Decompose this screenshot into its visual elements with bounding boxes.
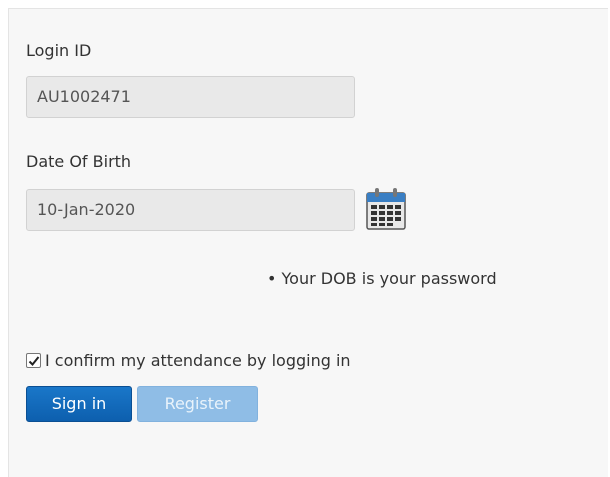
login-id-label: Login ID — [26, 41, 92, 60]
register-button[interactable]: Register — [137, 386, 258, 422]
dob-label: Date Of Birth — [26, 152, 132, 171]
confirm-checkbox[interactable] — [26, 353, 41, 368]
confirm-row: I confirm my attendance by logging in — [26, 351, 351, 370]
login-id-field[interactable]: AU1002471 — [26, 76, 355, 118]
sign-in-button[interactable]: Sign in — [26, 386, 132, 422]
confirm-label: I confirm my attendance by logging in — [45, 351, 351, 370]
checkmark-icon — [28, 356, 40, 366]
password-note: • Your DOB is your password — [267, 269, 497, 288]
login-panel: Login ID AU1002471 Date Of Birth 10-Jan-… — [8, 8, 608, 477]
dob-field[interactable]: 10-Jan-2020 — [26, 189, 355, 231]
calendar-icon[interactable] — [365, 187, 407, 231]
